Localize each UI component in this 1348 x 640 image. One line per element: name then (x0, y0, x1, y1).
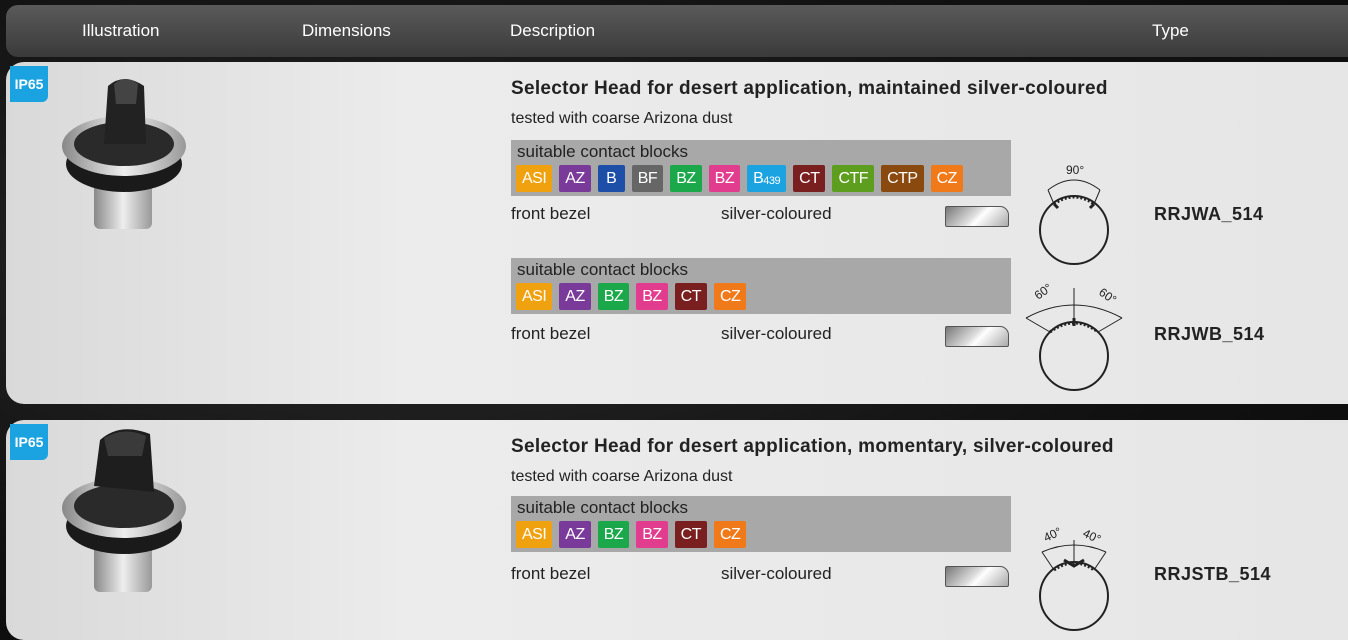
contact-chips: ASI AZ BZ BZ CT CZ (516, 283, 747, 310)
header-type: Type (1152, 21, 1189, 40)
contact-chip: AZ (559, 283, 591, 310)
bezel-swatch (945, 206, 1009, 227)
contact-blocks-box: suitable contact blocks ASI AZ BZ BZ CT … (511, 496, 1011, 552)
bezel-swatch (945, 326, 1009, 347)
ip-badge: IP65 (10, 424, 48, 460)
contact-chip: ASI (516, 521, 553, 548)
contact-chip: BZ (636, 283, 668, 310)
switch-angle-diagram: 90° (1039, 163, 1109, 265)
contact-chips: ASI AZ BZ BZ CT CZ (516, 521, 747, 548)
header-illustration: Illustration (82, 21, 160, 40)
contact-chip: AZ (559, 521, 591, 548)
contact-chip: BZ (670, 165, 702, 192)
product-panel: IP65 Selector Head for desert applicatio… (6, 420, 1348, 640)
contact-chip: BZ (597, 283, 630, 310)
switch-angle-diagram: 60° 60° (1025, 280, 1123, 391)
contact-chip: BZ (597, 521, 630, 548)
product-subtitle: tested with coarse Arizona dust (511, 110, 733, 127)
contact-chip: CZ (930, 165, 963, 192)
contact-chip: CZ (713, 283, 747, 310)
type-code: RRJWB_514 (1154, 324, 1265, 344)
contact-chip: BZ (708, 165, 741, 192)
contact-chips: ASI AZ B BF BZ BZ B 439 CT CTF CTP CZ (516, 165, 963, 192)
contact-blocks-label: suitable contact blocks (517, 260, 689, 279)
contact-blocks-label: suitable contact blocks (517, 142, 689, 161)
contact-chip: ASI (516, 283, 553, 310)
product-title: Selector Head for desert application, mo… (511, 436, 1114, 457)
contact-chip: AZ (559, 165, 591, 192)
contact-blocks-label: suitable contact blocks (517, 498, 689, 517)
bezel-label: front bezel (511, 204, 591, 223)
bezel-value: silver-coloured (721, 564, 832, 583)
angle-label: 40° (1041, 524, 1064, 544)
product-title: Selector Head for desert application, ma… (511, 78, 1108, 99)
header-description: Description (510, 21, 596, 40)
selector-head-photo (62, 429, 186, 592)
type-code: RRJWA_514 (1154, 204, 1264, 224)
bezel-swatch (945, 566, 1009, 587)
selector-head-photo (62, 79, 186, 229)
product-panel: IP65 Selector Head for desert applicatio… (6, 62, 1348, 404)
switch-angle-diagram: 40° 40° (1039, 524, 1109, 631)
ip-badge: IP65 (10, 66, 48, 102)
angle-label: 40° (1081, 526, 1104, 546)
bezel-value: silver-coloured (721, 324, 832, 343)
contact-blocks-box: suitable contact blocks ASI AZ B BF BZ B… (511, 140, 1011, 196)
contact-chip-b439: B 439 (747, 165, 787, 192)
contact-blocks-box: suitable contact blocks ASI AZ BZ BZ CT … (511, 258, 1011, 314)
angle-label: 90° (1066, 163, 1084, 177)
bezel-label: front bezel (511, 324, 591, 343)
contact-chip: B (597, 165, 625, 192)
angle-label: 60° (1096, 285, 1119, 307)
product-subtitle: tested with coarse Arizona dust (511, 468, 733, 485)
contact-chip: CT (674, 521, 707, 548)
contact-chip: ASI (516, 165, 553, 192)
chip-label: B (753, 169, 764, 187)
type-code: RRJSTB_514 (1154, 564, 1272, 584)
bezel-value: silver-coloured (721, 204, 832, 223)
chip-sub: 439 (763, 174, 781, 187)
contact-chip: CTP (881, 165, 924, 192)
contact-chip: CZ (713, 521, 747, 548)
contact-chip: CT (793, 165, 826, 192)
contact-chip: CT (674, 283, 707, 310)
contact-chip: BF (631, 165, 664, 192)
angle-label: 60° (1032, 280, 1055, 302)
table-header: Illustration Dimensions Description Type (6, 5, 1348, 57)
contact-chip: CTF (832, 165, 875, 192)
header-dimensions: Dimensions (302, 21, 391, 40)
contact-chip: BZ (636, 521, 668, 548)
bezel-label: front bezel (511, 564, 591, 583)
